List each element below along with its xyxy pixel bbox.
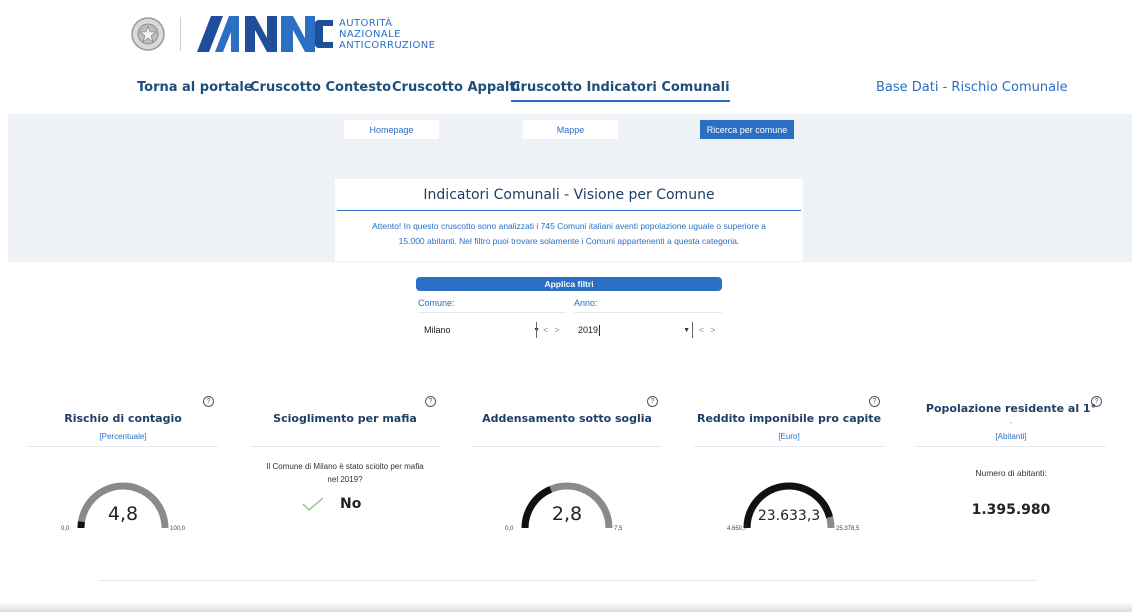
org-name-line-2: NAZIONALE — [339, 28, 401, 40]
anno-label: Anno: — [574, 298, 722, 313]
comune-prev-icon[interactable]: < — [543, 325, 548, 335]
gauge-max-label: 100,0 — [170, 526, 186, 532]
anno-dropdown-caret-icon[interactable]: ▼ — [683, 327, 690, 334]
reddito-gauge: 23.633,3 4.650,7 25.378,5 — [727, 482, 860, 532]
help-icon[interactable]: ? — [647, 396, 658, 407]
population-label: Numero di abitanti: — [975, 468, 1047, 478]
gauge-max-label: 25.378,5 — [836, 526, 860, 532]
gauge-min-label: 4.650,7 — [727, 526, 748, 532]
anno-prev-icon[interactable]: < — [699, 325, 704, 335]
anno-select[interactable]: 2019 ▼ — [578, 322, 690, 338]
gauge-fill — [521, 486, 553, 529]
kpi-divider — [28, 446, 218, 447]
kpi-addensamento-sotto-soglia: ? Addensamento sotto soglia 2,8 0,0 7,5 — [472, 396, 662, 546]
notice-text: Attento! In questo cruscotto sono analiz… — [335, 211, 803, 249]
kpi-rischio-di-contagio: ? Rischio di contagio [Percentuale] 4,8 … — [28, 396, 218, 546]
notice-line-2: 15.000 abitanti. Nel filtro puoi trovare… — [398, 236, 740, 246]
page-title: Indicatori Comunali - Visione per Comune — [337, 179, 801, 211]
nav-cruscotto-appalti[interactable]: Cruscotto Appalti — [392, 80, 520, 95]
anno-stepper: < > — [692, 321, 722, 339]
kpi-title: Popolazione residente al 1° — [925, 402, 1097, 415]
kpi-unit: [Euro] — [778, 432, 800, 441]
notice-line-1: Attento! In questo cruscotto sono analiz… — [371, 221, 767, 231]
anno-stepper-divider — [692, 322, 693, 338]
mafia-answer-value: No — [340, 496, 362, 512]
nav-cruscotto-contesto[interactable]: Cruscotto Contesto — [250, 80, 391, 95]
gauge-min-label: 0,0 — [505, 526, 514, 532]
kpi-reddito-imponibile: ? Reddito imponibile pro capite [Euro] 2… — [694, 396, 884, 546]
mafia-answer: No — [302, 496, 361, 512]
comune-value: Milano — [424, 325, 451, 335]
anac-logo[interactable]: AUTORITÀ NAZIONALE ANTICORRUZIONE — [130, 14, 435, 54]
anac-wordmark-icon — [197, 16, 333, 52]
kpi-divider — [250, 446, 440, 447]
kpi-title: Rischio di contagio — [64, 412, 182, 425]
org-name: AUTORITÀ NAZIONALE ANTICORRUZIONE — [339, 18, 435, 51]
kpi-divider — [694, 446, 884, 447]
gauge-max-label: 7,5 — [614, 526, 623, 532]
mafia-question-line-2: nel 2019? — [327, 475, 363, 484]
gauge-value: 4,8 — [108, 503, 138, 525]
subtab-mappe[interactable]: Mappe — [523, 120, 618, 139]
mafia-question: Il Comune di Milano è stato sciolto per … — [250, 460, 440, 486]
window-bottom-edge — [0, 602, 1132, 612]
apply-filters-button[interactable]: Applica filtri — [416, 277, 722, 291]
logo-divider — [180, 17, 181, 51]
footer-divider — [98, 580, 1036, 581]
help-icon[interactable]: ? — [869, 396, 880, 407]
org-name-line-1: AUTORITÀ — [339, 17, 393, 29]
anno-next-icon[interactable]: > — [710, 325, 715, 335]
text-cursor — [599, 324, 601, 336]
addensamento-gauge: 2,8 0,0 7,5 — [505, 482, 623, 532]
anno-value: 2019 — [578, 325, 599, 335]
italian-republic-emblem-icon — [131, 17, 165, 51]
nav-torna-al-portale[interactable]: Torna al portale — [137, 80, 253, 95]
title-panel: Indicatori Comunali - Visione per Comune… — [335, 179, 803, 261]
population-value: 1.395.980 — [971, 502, 1051, 518]
kpi-divider — [916, 446, 1106, 447]
kpi-unit: [Abitanti] — [995, 432, 1027, 441]
gauge-value: 2,8 — [552, 503, 582, 525]
kpi-unit: [Percentuale] — [99, 432, 147, 441]
kpi-title: Addensamento sotto soglia — [482, 412, 652, 425]
org-name-line-3: ANTICORRUZIONE — [339, 39, 436, 51]
gauge-min-label: 0,0 — [61, 526, 70, 532]
nav-cruscotto-indicatori-comunali[interactable]: Cruscotto Indicatori Comunali — [511, 80, 730, 102]
comune-stepper: < > — [536, 321, 566, 339]
subtab-homepage[interactable]: Homepage — [344, 120, 439, 139]
kpi-title: Reddito imponibile pro capite — [696, 412, 882, 425]
kpi-subtitle: - — [1009, 418, 1013, 427]
comune-stepper-divider — [536, 322, 537, 338]
comune-label: Comune: — [418, 298, 566, 313]
help-icon[interactable]: ? — [425, 396, 436, 407]
help-icon[interactable]: ? — [203, 396, 214, 407]
comune-next-icon[interactable]: > — [554, 325, 559, 335]
nav-base-dati-rischio-comunale[interactable]: Base Dati - Rischio Comunale — [876, 80, 1068, 95]
kpi-title: Scioglimento per mafia — [273, 412, 417, 425]
kpi-popolazione-residente: ? Popolazione residente al 1° - [Abitant… — [916, 396, 1106, 546]
kpi-scioglimento-per-mafia: ? Scioglimento per mafia Il Comune di Mi… — [250, 396, 440, 546]
subtab-ricerca-per-comune[interactable]: Ricerca per comune — [700, 120, 794, 139]
check-icon — [302, 497, 324, 511]
comune-select[interactable]: Milano ▼ — [424, 322, 540, 338]
mafia-question-line-1: Il Comune di Milano è stato sciolto per … — [266, 462, 424, 471]
top-navigation: Torna al portale Cruscotto Contesto Crus… — [0, 80, 1132, 102]
contagio-gauge: 4,8 0,0 100,0 — [61, 482, 186, 532]
gauge-value: 23.633,3 — [758, 508, 820, 524]
kpi-divider — [472, 446, 662, 447]
